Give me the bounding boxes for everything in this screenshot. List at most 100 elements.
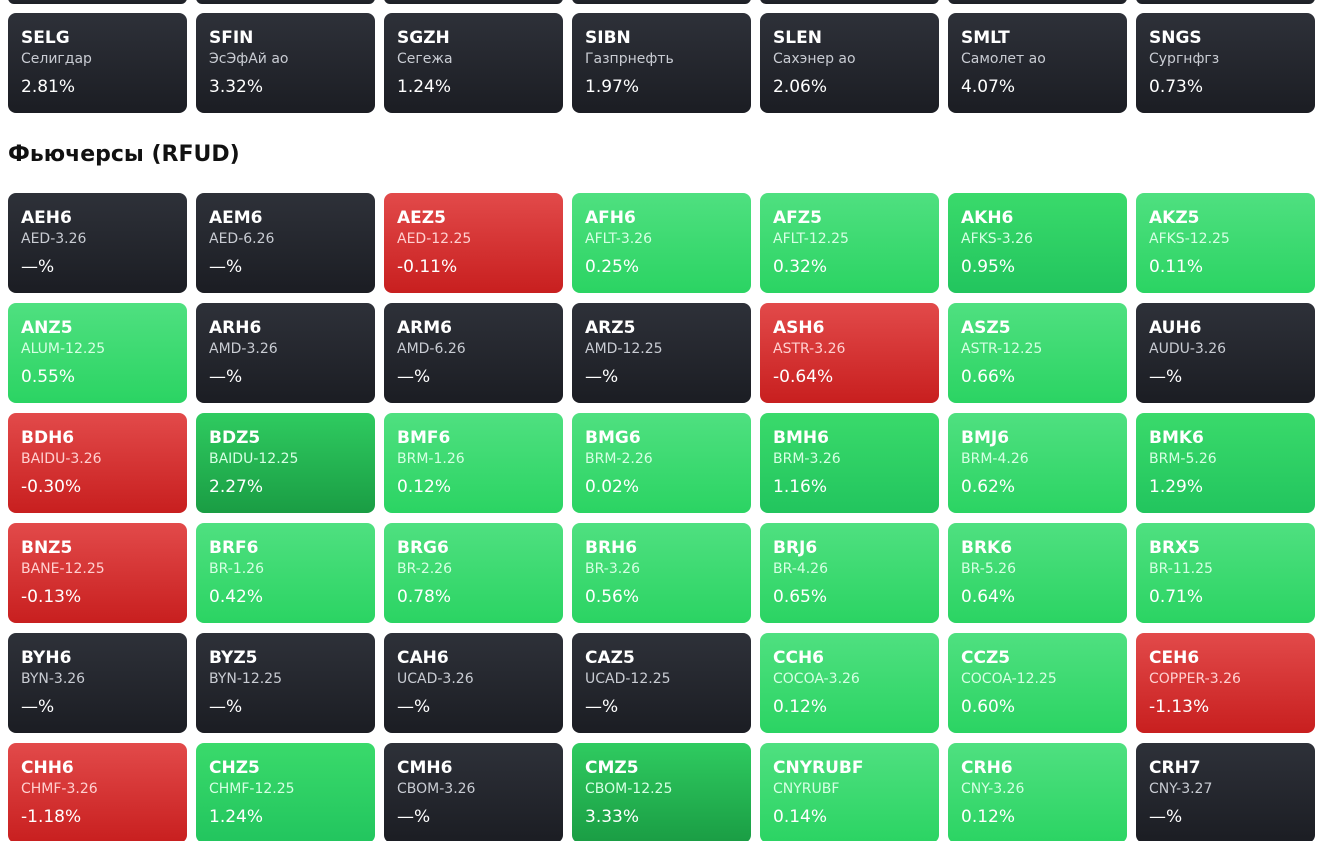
instrument-tile[interactable]: BMF6 BRM-1.26 0.12% [384,413,563,513]
instrument-tile[interactable]: CEH6 COPPER-3.26 -1.13% [1136,633,1315,733]
instrument-change: -0.13% [21,587,82,607]
instrument-name: BR-11.25 [1149,561,1213,577]
instrument-change: —% [209,257,243,277]
instrument-change: —% [1149,367,1183,387]
instrument-tile[interactable]: AFZ5 AFLT-12.25 0.32% [760,193,939,293]
previous-row-tile[interactable] [948,0,1127,4]
instrument-tile[interactable]: BNZ5 BANE-12.25 -0.13% [8,523,187,623]
previous-row-tile[interactable] [760,0,939,4]
instrument-tile[interactable]: CCH6 COCOA-3.26 0.12% [760,633,939,733]
instrument-change: -1.18% [21,807,82,827]
instrument-tile[interactable]: CAH6 UCAD-3.26 —% [384,633,563,733]
instrument-tile[interactable]: ARZ5 AMD-12.25 —% [572,303,751,403]
instrument-tile[interactable]: CHH6 CHMF-3.26 -1.18% [8,743,187,841]
instrument-tile[interactable]: BMK6 BRM-5.26 1.29% [1136,413,1315,513]
instrument-tile[interactable]: SFIN ЭсЭфАй ао 3.32% [196,13,375,113]
instrument-tile[interactable]: ANZ5 ALUM-12.25 0.55% [8,303,187,403]
instrument-tile[interactable]: ARH6 AMD-3.26 —% [196,303,375,403]
instrument-tile[interactable]: BRX5 BR-11.25 0.71% [1136,523,1315,623]
instrument-name: COPPER-3.26 [1149,671,1241,687]
instrument-tile[interactable]: ASH6 ASTR-3.26 -0.64% [760,303,939,403]
instrument-ticker: CCZ5 [961,648,1011,668]
instrument-tile[interactable]: SIBN Газпрнефть 1.97% [572,13,751,113]
instrument-tile[interactable]: AKH6 AFKS-3.26 0.95% [948,193,1127,293]
instrument-ticker: BRK6 [961,538,1013,558]
instrument-change: 0.02% [585,477,640,497]
instrument-tile[interactable]: BYZ5 BYN-12.25 —% [196,633,375,733]
instrument-ticker: BMG6 [585,428,641,448]
instrument-tile[interactable]: AEH6 AED-3.26 —% [8,193,187,293]
instrument-tile[interactable]: ASZ5 ASTR-12.25 0.66% [948,303,1127,403]
instrument-change: —% [209,367,243,387]
instrument-change: 0.64% [961,587,1016,607]
instrument-tile[interactable]: BMH6 BRM-3.26 1.16% [760,413,939,513]
instrument-ticker: CMZ5 [585,758,639,778]
instrument-name: ASTR-12.25 [961,341,1043,357]
instrument-name: Сахэнер ао [773,51,856,67]
instrument-tile[interactable]: BMG6 BRM-2.26 0.02% [572,413,751,513]
instrument-change: 0.25% [585,257,640,277]
instrument-change: —% [21,257,55,277]
instrument-change: -0.30% [21,477,82,497]
instrument-change: —% [397,697,431,717]
instrument-name: CHMF-3.26 [21,781,98,797]
instrument-name: CHMF-12.25 [209,781,295,797]
instrument-name: BRM-4.26 [961,451,1029,467]
instrument-ticker: AFH6 [585,208,636,228]
instrument-ticker: ANZ5 [21,318,73,338]
instrument-tile[interactable]: BRJ6 BR-4.26 0.65% [760,523,939,623]
instrument-name: AFLT-12.25 [773,231,849,247]
instrument-tile[interactable]: CRH7 CNY-3.27 —% [1136,743,1315,841]
instrument-ticker: SGZH [397,28,450,48]
instrument-tile[interactable]: BRG6 BR-2.26 0.78% [384,523,563,623]
instrument-change: 1.16% [773,477,828,497]
instrument-name: BR-2.26 [397,561,452,577]
instrument-tile[interactable]: SGZH Сегежа 1.24% [384,13,563,113]
instrument-name: CBOM-3.26 [397,781,476,797]
previous-row-tile[interactable] [8,0,187,4]
previous-row-tile[interactable] [196,0,375,4]
previous-row-tile[interactable] [572,0,751,4]
instrument-tile[interactable]: CMH6 CBOM-3.26 —% [384,743,563,841]
instrument-tile[interactable]: BRF6 BR-1.26 0.42% [196,523,375,623]
instrument-ticker: SIBN [585,28,631,48]
instrument-name: BR-5.26 [961,561,1016,577]
instrument-tile[interactable]: AEZ5 AED-12.25 -0.11% [384,193,563,293]
instrument-tile[interactable]: SNGS Сургнфгз 0.73% [1136,13,1315,113]
instrument-tile[interactable]: AEM6 AED-6.26 —% [196,193,375,293]
instrument-name: BYN-12.25 [209,671,282,687]
previous-row-tile[interactable] [384,0,563,4]
instrument-name: CBOM-12.25 [585,781,673,797]
instrument-change: 0.73% [1149,77,1204,97]
instrument-tile[interactable]: BDZ5 BAIDU-12.25 2.27% [196,413,375,513]
instrument-tile[interactable]: BYH6 BYN-3.26 —% [8,633,187,733]
instrument-tile[interactable]: BRH6 BR-3.26 0.56% [572,523,751,623]
instrument-tile[interactable]: CMZ5 CBOM-12.25 3.33% [572,743,751,841]
instrument-ticker: BYZ5 [209,648,258,668]
instrument-tile[interactable]: CRH6 CNY-3.26 0.12% [948,743,1127,841]
instrument-tile[interactable]: BDH6 BAIDU-3.26 -0.30% [8,413,187,513]
instrument-change: 0.62% [961,477,1016,497]
instrument-tile[interactable]: CAZ5 UCAD-12.25 —% [572,633,751,733]
instrument-name: Селигдар [21,51,92,67]
instrument-name: BR-4.26 [773,561,828,577]
instrument-tile[interactable]: CCZ5 COCOA-12.25 0.60% [948,633,1127,733]
instrument-tile[interactable]: BMJ6 BRM-4.26 0.62% [948,413,1127,513]
instrument-tile[interactable]: ARM6 AMD-6.26 —% [384,303,563,403]
instrument-tile[interactable]: SLEN Сахэнер ао 2.06% [760,13,939,113]
instrument-tile[interactable]: AFH6 AFLT-3.26 0.25% [572,193,751,293]
instrument-tile[interactable]: SELG Селигдар 2.81% [8,13,187,113]
previous-row-tile[interactable] [1136,0,1315,4]
instrument-ticker: SMLT [961,28,1010,48]
instrument-tile[interactable]: CNYRUBF CNYRUBF 0.14% [760,743,939,841]
instrument-tile[interactable]: AUH6 AUDU-3.26 —% [1136,303,1315,403]
instrument-change: 0.60% [961,697,1016,717]
instrument-tile[interactable]: AKZ5 AFKS-12.25 0.11% [1136,193,1315,293]
instrument-change: 0.95% [961,257,1016,277]
instrument-name: BAIDU-12.25 [209,451,299,467]
instrument-tile[interactable]: BRK6 BR-5.26 0.64% [948,523,1127,623]
instrument-change: -0.64% [773,367,834,387]
instrument-tile[interactable]: CHZ5 CHMF-12.25 1.24% [196,743,375,841]
instrument-name: BR-1.26 [209,561,264,577]
instrument-tile[interactable]: SMLT Самолет ао 4.07% [948,13,1127,113]
